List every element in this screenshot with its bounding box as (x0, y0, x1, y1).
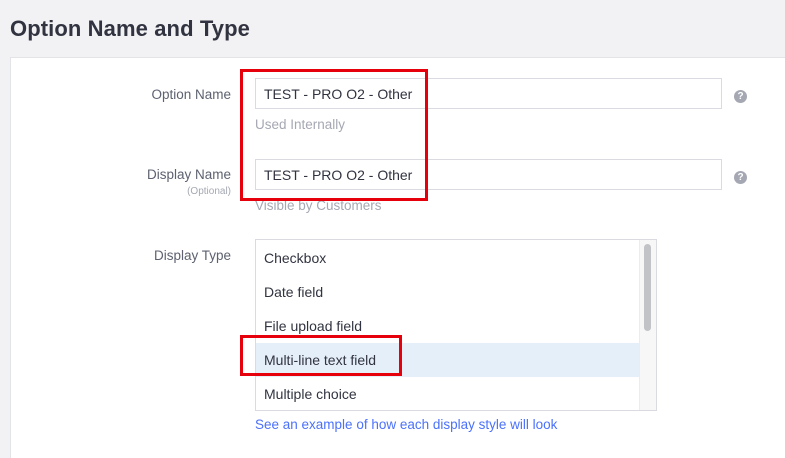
display-type-option-date-field[interactable]: Date field (256, 275, 640, 309)
display-type-option-file-upload-field[interactable]: File upload field (256, 309, 640, 343)
option-name-input[interactable] (255, 78, 722, 109)
option-name-help-text: Used Internally (255, 117, 346, 132)
display-name-help-icon[interactable]: ? (734, 171, 747, 184)
option-name-label: Option Name (151, 87, 231, 102)
display-type-option-multi-line-text-field[interactable]: Multi-line text field (256, 343, 640, 377)
display-type-option-multiple-choice[interactable]: Multiple choice (256, 377, 640, 410)
listbox-scrollbar[interactable] (639, 240, 656, 410)
display-type-listbox[interactable]: Checkbox Date field File upload field Mu… (255, 239, 657, 411)
option-name-help-icon[interactable]: ? (734, 90, 747, 103)
display-type-label: Display Type (153, 248, 231, 263)
display-style-example-link[interactable]: See an example of how each display style… (255, 417, 557, 432)
display-type-option-checkbox[interactable]: Checkbox (256, 241, 640, 275)
listbox-scroll-thumb[interactable] (644, 244, 651, 331)
display-name-optional-label: (Optional) (187, 186, 231, 197)
display-name-help-text: Visible by Customers (255, 198, 382, 213)
page-title: Option Name and Type (10, 16, 250, 41)
display-name-label: Display Name (146, 167, 231, 182)
display-name-input[interactable] (255, 159, 722, 190)
